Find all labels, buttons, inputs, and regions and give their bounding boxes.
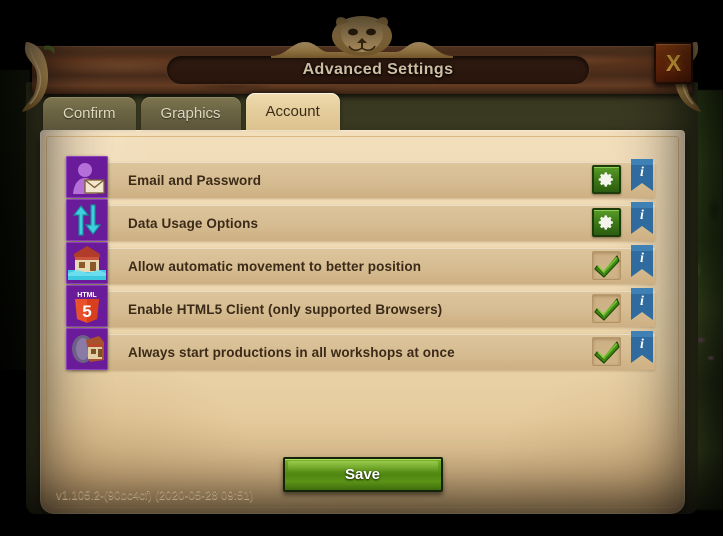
dialog-title: Advanced Settings xyxy=(302,61,454,78)
info-ribbon-icon: i xyxy=(631,331,653,363)
check-icon xyxy=(593,340,620,364)
check-icon xyxy=(593,254,620,278)
tab-graphics[interactable]: Graphics xyxy=(140,97,241,130)
setting-allow-automatic-movement[interactable]: Allow automatic movement to better posit… xyxy=(66,242,655,284)
info-button[interactable]: i xyxy=(631,331,653,369)
gear-icon xyxy=(598,172,613,187)
svg-text:HTML: HTML xyxy=(77,292,97,299)
tab-bar: Confirm Graphics Account xyxy=(43,93,345,130)
checkbox-toggle[interactable] xyxy=(592,337,621,366)
house-building-icon xyxy=(66,242,108,284)
info-ribbon-icon: i xyxy=(631,159,653,191)
setting-data-usage-options[interactable]: Data Usage Options i xyxy=(66,199,655,241)
tab-confirm-label: Confirm xyxy=(63,105,116,122)
check-icon xyxy=(593,297,620,321)
screen: Advanced Settings X Confirm Graphics Acc… xyxy=(0,0,723,536)
setting-label: Email and Password xyxy=(128,172,262,188)
info-button[interactable]: i xyxy=(631,245,653,283)
svg-text:i: i xyxy=(640,165,644,180)
info-button[interactable]: i xyxy=(631,159,653,197)
info-ribbon-icon: i xyxy=(631,288,653,320)
close-icon: X xyxy=(665,49,682,76)
save-button-label: Save xyxy=(344,466,381,483)
svg-text:i: i xyxy=(640,294,644,309)
setting-label: Enable HTML5 Client (only supported Brow… xyxy=(128,301,443,317)
checkbox-toggle[interactable] xyxy=(592,251,621,280)
save-button[interactable]: Save xyxy=(282,457,443,492)
tab-account-label: Account xyxy=(265,103,320,120)
advanced-settings-dialog: Advanced Settings X Confirm Graphics Acc… xyxy=(14,16,709,520)
info-ribbon-icon: i xyxy=(631,202,653,234)
svg-text:i: i xyxy=(640,208,644,223)
close-button[interactable]: X xyxy=(654,42,693,84)
gear-button[interactable] xyxy=(592,165,621,194)
checkbox-toggle[interactable] xyxy=(592,294,621,323)
setting-label: Data Usage Options xyxy=(128,215,259,231)
setting-enable-html5-client[interactable]: HTML 5 Enable HTML5 Client (only support… xyxy=(66,285,655,327)
gear-button[interactable] xyxy=(592,208,621,237)
title-plaque: Advanced Settings xyxy=(166,55,590,85)
settings-list: Email and Password i Data Usage Options … xyxy=(66,156,655,377)
tab-confirm[interactable]: Confirm xyxy=(43,97,136,130)
setting-email-and-password[interactable]: Email and Password i xyxy=(66,156,655,198)
data-transfer-arrows-icon xyxy=(66,199,108,241)
setting-always-start-productions[interactable]: Always start productions in all workshop… xyxy=(66,328,655,370)
info-button[interactable]: i xyxy=(631,202,653,240)
workshop-building-icon xyxy=(66,328,108,370)
setting-label: Always start productions in all workshop… xyxy=(128,344,455,360)
settings-panel: Email and Password i Data Usage Options … xyxy=(40,130,685,514)
user-envelope-icon xyxy=(66,156,108,198)
svg-text:i: i xyxy=(640,251,644,266)
tab-account[interactable]: Account xyxy=(245,93,340,130)
svg-text:5: 5 xyxy=(82,302,91,321)
html5-shield-icon: HTML 5 xyxy=(66,285,108,327)
info-button[interactable]: i xyxy=(631,288,653,326)
gear-icon xyxy=(598,215,613,230)
svg-text:i: i xyxy=(640,337,644,352)
setting-label: Allow automatic movement to better posit… xyxy=(128,258,422,274)
info-ribbon-icon: i xyxy=(631,245,653,277)
tab-graphics-label: Graphics xyxy=(160,105,221,122)
version-text: v1.105.2-(90bc4cf) (2020-05-28 09:51) xyxy=(56,490,254,502)
